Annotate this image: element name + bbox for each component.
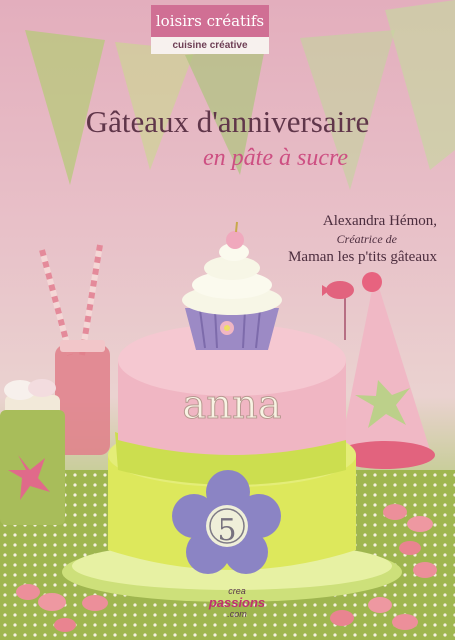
series-badge: loisirs créatifs cuisine créative <box>151 5 269 54</box>
bird-topper <box>322 281 354 340</box>
series-name: loisirs créatifs <box>151 5 269 37</box>
book-cover: anna 5 loisirs créatifs cuisine créative… <box>0 0 455 640</box>
book-title: Gâteaux d'anniversaire <box>85 104 370 139</box>
publisher-logo-line3: .com <box>227 609 247 619</box>
cake-name-lettering: anna <box>182 382 281 428</box>
author-name: Alexandra Hémon, <box>322 213 437 229</box>
author-brand: Maman les p'tits gâteaux <box>288 249 437 265</box>
publisher-logo-line2: passions <box>208 595 266 610</box>
candy-box <box>0 379 65 525</box>
series-collection: cuisine créative <box>151 37 269 54</box>
cover-photo: anna 5 <box>0 0 455 640</box>
bunting-flag <box>385 0 455 170</box>
author-role: Créatrice de <box>336 232 397 246</box>
author-credit: Alexandra Hémon, Créatrice de Maman les … <box>187 213 437 266</box>
cake-number-lettering: 5 <box>217 513 236 548</box>
party-hat <box>335 272 435 469</box>
publisher-logo: crea passions .com <box>207 586 267 620</box>
book-subtitle: en pâte à sucre <box>203 145 349 171</box>
